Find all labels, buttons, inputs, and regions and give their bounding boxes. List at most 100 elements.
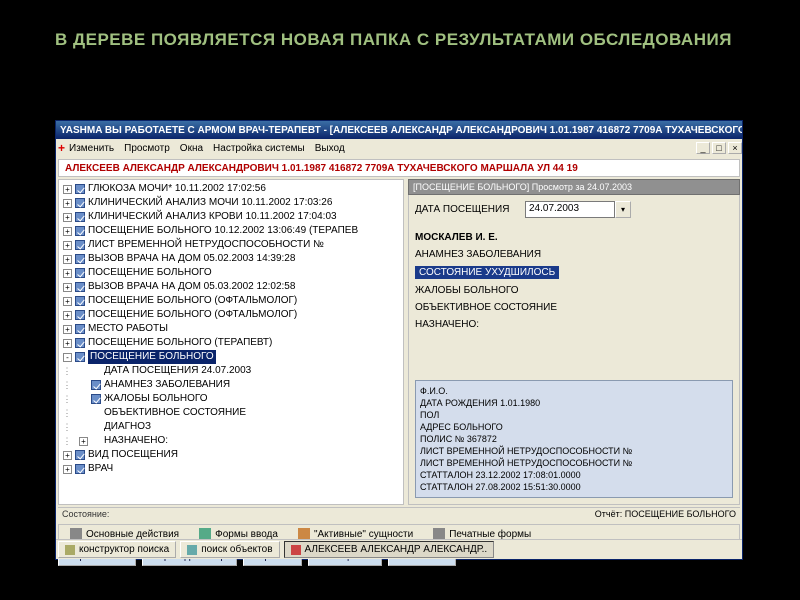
menu-settings[interactable]: Настройка системы [213, 143, 305, 154]
tree-row[interactable]: +ПОСЕЩЕНИЕ БОЛЬНОГО 10.12.2002 13:06:49 … [59, 224, 403, 238]
tree-row[interactable]: + ПОСЕЩЕНИЕ БОЛЬНОГО (ТЕРАПЕВТ) [59, 336, 403, 350]
expand-icon[interactable]: + [63, 185, 72, 194]
detail-header: [ПОСЕЩЕНИЕ БОЛЬНОГО] Просмотр за 24.07.2… [408, 179, 740, 195]
tree-label: КЛИНИЧЕСКИЙ АНАЛИЗ КРОВИ 10.11.2002 17:0… [88, 210, 337, 224]
slide-title: В ДЕРЕВЕ ПОЯВЛЯЕТСЯ НОВАЯ ПАПКА С РЕЗУЛЬ… [0, 0, 800, 60]
state-value[interactable]: СОСТОЯНИЕ УХУДШИЛОСЬ [415, 266, 559, 279]
close-button[interactable]: × [728, 142, 742, 154]
menu-windows[interactable]: Окна [180, 143, 203, 154]
tree-row[interactable]: + МЕСТО РАБОТЫ [59, 322, 403, 336]
expand-icon[interactable]: + [63, 451, 72, 460]
gear-icon [65, 545, 75, 555]
prescribed-label: НАЗНАЧЕНО: [415, 319, 733, 330]
status-bar: Состояние: Отчёт: ПОСЕЩЕНИЕ БОЛЬНОГО [58, 507, 740, 522]
tree-row[interactable]: +ВИД ПОСЕЩЕНИЯ [59, 448, 403, 462]
info-line: СТАТТАЛОН 23.12.2002 17:08:01.0000 [420, 469, 728, 481]
tree-row[interactable]: -ПОСЕЩЕНИЕ БОЛЬНОГО [59, 350, 403, 364]
expand-icon[interactable]: + [63, 255, 72, 264]
task-patient[interactable]: АЛЕКСЕЕВ АЛЕКСАНДР АЛЕКСАНДР.. [284, 541, 495, 558]
objective-label: ОБЪЕКТИВНОЕ СОСТОЯНИЕ [415, 302, 733, 313]
expand-icon[interactable]: + [63, 199, 72, 208]
info-line: Ф.И.О. [420, 385, 728, 397]
info-line: ПОЛИС № 367872 [420, 433, 728, 445]
menu-view[interactable]: Просмотр [124, 143, 170, 154]
tree-label: ГЛЮКОЗА МОЧИ* 10.11.2002 17:02:56 [88, 182, 266, 196]
expand-icon[interactable]: + [63, 227, 72, 236]
expand-icon[interactable]: + [63, 311, 72, 320]
node-icon [75, 310, 85, 320]
menubar: + Изменить Просмотр Окна Настройка систе… [56, 139, 742, 157]
tree-row[interactable]: ⋮ДАТА ПОСЕЩЕНИЯ 24.07.2003 [59, 364, 403, 378]
expand-icon[interactable]: + [63, 283, 72, 292]
node-icon [91, 380, 101, 390]
tree-label: ПОСЕЩЕНИЕ БОЛЬНОГО (ОФТАЛЬМОЛОГ) [88, 308, 297, 322]
expand-icon[interactable]: + [63, 213, 72, 222]
tree-label: ЛИСТ ВРЕМЕННОЙ НЕТРУДОСПОСОБНОСТИ № [88, 238, 324, 252]
tree-label: ЖАЛОБЫ БОЛЬНОГО [104, 392, 208, 406]
minimize-button[interactable]: _ [696, 142, 710, 154]
collapse-icon[interactable]: - [63, 353, 72, 362]
plus-icon [291, 545, 301, 555]
expand-icon[interactable]: + [63, 269, 72, 278]
tree-row[interactable]: + ВЫЗОВ ВРАЧА НА ДОМ 05.02.2003 14:39:28 [59, 252, 403, 266]
tree-label: МЕСТО РАБОТЫ [88, 322, 168, 336]
patient-header: АЛЕКСЕЕВ АЛЕКСАНДР АЛЕКСАНДРОВИЧ 1.01.19… [58, 159, 740, 177]
status-left: Состояние: [62, 509, 109, 521]
expand-icon[interactable]: + [63, 325, 72, 334]
anamnez-label: АНАМНЕЗ ЗАБОЛЕВАНИЯ [415, 249, 733, 260]
node-icon [91, 394, 101, 404]
tree-label: ДИАГНОЗ [104, 420, 151, 434]
info-line: АДРЕС БОЛЬНОГО [420, 421, 728, 433]
tree-row[interactable]: + ГЛЮКОЗА МОЧИ* 10.11.2002 17:02:56 [59, 182, 403, 196]
node-icon [75, 296, 85, 306]
tree-row[interactable]: ⋮+НАЗНАЧЕНО: [59, 434, 403, 448]
visit-date-input[interactable]: 24.07.2003 [525, 201, 615, 218]
task-object-search[interactable]: поиск объектов [180, 541, 279, 558]
node-icon [75, 226, 85, 236]
menu-edit[interactable]: Изменить [69, 143, 114, 154]
node-icon [75, 268, 85, 278]
tree-label: ВЫЗОВ ВРАЧА НА ДОМ 05.03.2002 12:02:58 [88, 280, 295, 294]
tree-row[interactable]: ⋮ОБЪЕКТИВНОЕ СОСТОЯНИЕ [59, 406, 403, 420]
tree-label: КЛИНИЧЕСКИЙ АНАЛИЗ МОЧИ 10.11.2002 17:03… [88, 196, 332, 210]
expand-icon[interactable]: + [63, 297, 72, 306]
tree-panel[interactable]: + ГЛЮКОЗА МОЧИ* 10.11.2002 17:02:56 + КЛИНИ… [58, 179, 404, 505]
expand-icon[interactable]: + [63, 465, 72, 474]
complaints-label: ЖАЛОБЫ БОЛЬНОГО [415, 285, 733, 296]
tree-spacer [79, 381, 88, 390]
tree-row[interactable]: + ВЫЗОВ ВРАЧА НА ДОМ 05.03.2002 12:02:58 [59, 280, 403, 294]
date-dropdown-icon[interactable]: ▾ [615, 201, 631, 218]
tree-row[interactable]: + ПОСЕЩЕНИЕ БОЛЬНОГО [59, 266, 403, 280]
tree-row[interactable]: + ЛИСТ ВРЕМЕННОЙ НЕТРУДОСПОСОБНОСТИ № [59, 238, 403, 252]
tree-label: ВЫЗОВ ВРАЧА НА ДОМ 05.02.2003 14:39:28 [88, 252, 295, 266]
window-buttons: _ □ × [694, 142, 742, 154]
new-record-icon[interactable]: + [58, 141, 65, 155]
node-icon [75, 254, 85, 264]
tree-row[interactable]: ⋮ЖАЛОБЫ БОЛЬНОГО [59, 392, 403, 406]
tree-row[interactable]: + ПОСЕЩЕНИЕ БОЛЬНОГО (ОФТАЛЬМОЛОГ) [59, 294, 403, 308]
tree-row[interactable]: + КЛИНИЧЕСКИЙ АНАЛИЗ КРОВИ 10.11.2002 17:… [59, 210, 403, 224]
menu-exit[interactable]: Выход [315, 143, 345, 154]
tree-label: АНАМНЕЗ ЗАБОЛЕВАНИЯ [104, 378, 230, 392]
tree-label: ПОСЕЩЕНИЕ БОЛЬНОГО (ОФТАЛЬМОЛОГ) [88, 294, 297, 308]
tree-spacer [79, 395, 88, 404]
expand-icon[interactable]: + [63, 241, 72, 250]
info-line: ПОЛ [420, 409, 728, 421]
tree-label: ПОСЕЩЕНИЕ БОЛЬНОГО [88, 266, 212, 280]
restore-button[interactable]: □ [712, 142, 726, 154]
tree-row[interactable]: ⋮ДИАГНОЗ [59, 420, 403, 434]
tree-row[interactable]: + ПОСЕЩЕНИЕ БОЛЬНОГО (ОФТАЛЬМОЛОГ) [59, 308, 403, 322]
expand-icon[interactable]: + [79, 437, 88, 446]
info-line: ЛИСТ ВРЕМЕННОЙ НЕТРУДОСПОСОБНОСТИ № [420, 457, 728, 469]
node-icon [75, 450, 85, 460]
node-icon [75, 324, 85, 334]
node-icon [91, 408, 101, 418]
tree-spacer [79, 367, 88, 376]
task-search-builder[interactable]: конструктор поиска [58, 541, 176, 558]
tree-label: ПОСЕЩЕНИЕ БОЛЬНОГО (ТЕРАПЕВТ) [88, 336, 272, 350]
window-titlebar: YASHMA ВЫ РАБОТАЕТЕ С АРМОМ ВРАЧ-ТЕРАПЕВ… [56, 121, 742, 139]
tree-row[interactable]: + КЛИНИЧЕСКИЙ АНАЛИЗ МОЧИ 10.11.2002 17:0… [59, 196, 403, 210]
tree-row[interactable]: ⋮АНАМНЕЗ ЗАБОЛЕВАНИЯ [59, 378, 403, 392]
expand-icon[interactable]: + [63, 339, 72, 348]
tree-row[interactable]: +ВРАЧ [59, 462, 403, 476]
